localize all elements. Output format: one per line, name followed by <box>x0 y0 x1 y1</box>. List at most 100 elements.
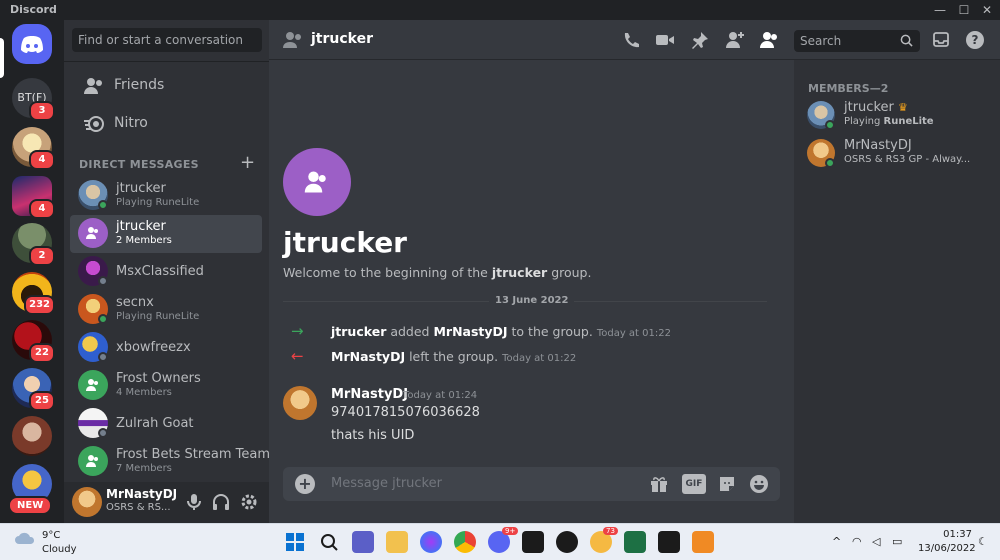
group-icon <box>304 171 326 193</box>
inbox-icon[interactable] <box>932 31 950 49</box>
dm-item-selected[interactable]: jtrucker 2 Members <box>70 215 262 253</box>
search-icon <box>900 34 913 47</box>
sys-action: left the group. <box>405 349 499 364</box>
gift-icon[interactable] <box>649 474 669 494</box>
dm-item[interactable]: Frost Bets Stream Team 7 Members <box>70 443 270 481</box>
dm-item[interactable]: Frost Owners 4 Members <box>70 367 262 405</box>
group-icon <box>86 455 98 467</box>
wifi-icon[interactable]: ◠ <box>852 535 862 548</box>
group-icon <box>86 379 98 391</box>
dm-name: jtrucker <box>116 219 166 234</box>
welcome-text: Welcome to the beginning of the <box>283 265 492 280</box>
dm-activity: Playing RuneLite <box>116 197 200 208</box>
speaker-icon[interactable]: ◁ <box>872 535 880 548</box>
dm-item[interactable]: jtrucker Playing RuneLite <box>70 177 262 215</box>
sys-timestamp: Today at 01:22 <box>596 328 671 339</box>
unread-badge: 3 <box>29 101 55 121</box>
nav-nitro[interactable]: Nitro <box>72 106 262 142</box>
server-icon-4[interactable]: 2 <box>12 223 55 266</box>
member-item[interactable]: jtrucker ♛ Playing RuneLite <box>802 98 992 136</box>
sys-actor[interactable]: MrNastyDJ <box>331 349 405 364</box>
title-bar: Discord — ☐ ✕ <box>0 0 1000 20</box>
nav-friends[interactable]: Friends <box>72 68 262 104</box>
moon-icon[interactable]: ☾ <box>978 535 988 548</box>
excel-icon[interactable] <box>624 531 646 553</box>
metamask-icon[interactable] <box>692 531 714 553</box>
offline-status-icon <box>98 276 108 286</box>
online-status-icon <box>825 158 835 168</box>
maximize-button[interactable]: ☐ <box>954 1 974 19</box>
emoji-icon[interactable] <box>749 474 769 494</box>
group-avatar-large <box>283 148 351 216</box>
terminal-icon[interactable] <box>658 531 680 553</box>
runelite-icon[interactable] <box>522 531 544 553</box>
app-r-icon[interactable] <box>556 531 578 553</box>
chevron-up-icon[interactable]: ^ <box>832 535 841 548</box>
server-avatar-image <box>12 416 52 456</box>
close-button[interactable]: ✕ <box>977 1 997 19</box>
video-call-icon[interactable] <box>655 30 675 50</box>
chat-header: jtrucker <box>269 20 794 60</box>
sys-actor[interactable]: jtrucker <box>331 324 386 339</box>
dm-item[interactable]: MsxClassified <box>70 253 262 291</box>
dm-name: jtrucker <box>116 181 166 196</box>
file-explorer-icon[interactable] <box>386 531 408 553</box>
help-icon[interactable]: ? <box>965 30 985 50</box>
server-icon-7[interactable]: 25 <box>12 368 55 411</box>
server-icon-3[interactable]: 4 <box>12 176 55 219</box>
teams-icon[interactable] <box>352 531 374 553</box>
dm-name: MsxClassified <box>116 264 204 279</box>
attach-plus-icon[interactable]: + <box>295 474 315 494</box>
dm-search-input[interactable]: Find or start a conversation <box>72 28 262 52</box>
day-divider-label: 13 June 2022 <box>489 295 575 306</box>
new-badge[interactable]: NEW <box>8 496 53 515</box>
create-dm-icon[interactable]: + <box>240 152 255 173</box>
dm-members-count: 4 Members <box>116 387 172 398</box>
minimize-button[interactable]: — <box>930 1 950 19</box>
gear-icon[interactable] <box>239 492 259 512</box>
nitro-icon <box>84 116 104 132</box>
dm-item[interactable]: xbowfreezx <box>70 329 262 367</box>
online-status-icon <box>98 200 108 210</box>
server-icon-2[interactable]: 4 <box>12 127 55 170</box>
message-author[interactable]: MrNastyDJ <box>331 387 408 402</box>
chrome-icon[interactable] <box>454 531 476 553</box>
server-icon-6[interactable]: 22 <box>12 320 55 363</box>
messenger-icon[interactable] <box>420 531 442 553</box>
home-button[interactable] <box>12 24 52 64</box>
taskbar: 9°C Cloudy 9+ 73 ^ ◠ ◁ ▭ 01:37 13/06/2022… <box>0 523 1000 560</box>
sticker-icon[interactable] <box>717 474 737 494</box>
user-name: MrNastyDJ <box>106 487 178 501</box>
unread-badge: 2 <box>29 246 55 266</box>
gif-button[interactable]: GIF <box>682 474 706 494</box>
arrow-right-icon: → <box>291 322 304 340</box>
user-avatar[interactable] <box>72 487 102 517</box>
dm-item[interactable]: Zulrah Goat <box>70 405 262 443</box>
dm-item[interactable]: secnx Playing RuneLite <box>70 291 262 329</box>
server-icon-8[interactable] <box>12 416 52 456</box>
pin-icon[interactable] <box>690 30 710 50</box>
voice-call-icon[interactable] <box>621 30 641 50</box>
clock[interactable]: 01:37 13/06/2022 <box>918 528 976 556</box>
headphones-icon[interactable] <box>211 492 231 512</box>
channel-name[interactable]: jtrucker <box>311 31 373 47</box>
microphone-icon[interactable] <box>184 492 204 512</box>
search-icon[interactable] <box>318 531 340 553</box>
clock-date: 13/06/2022 <box>918 543 976 554</box>
member-item[interactable]: MrNastyDJ OSRS & RS3 GP - Alway... <box>802 136 992 174</box>
activity-prefix: Playing <box>844 116 884 127</box>
windows-start-icon[interactable] <box>284 531 306 553</box>
member-list-icon[interactable] <box>759 30 779 50</box>
server-icon-5[interactable]: 232 <box>12 272 55 315</box>
message-avatar[interactable] <box>283 386 317 420</box>
weather-widget[interactable]: 9°C Cloudy <box>14 530 76 555</box>
battery-icon[interactable]: ▭ <box>892 535 902 548</box>
add-friend-icon[interactable] <box>725 30 745 50</box>
weather-condition: Cloudy <box>42 544 77 555</box>
server-btf[interactable]: BT(F) 3 <box>12 78 55 121</box>
message-input[interactable]: Message jtrucker <box>331 476 442 491</box>
unread-badge: 4 <box>29 150 55 170</box>
sys-target[interactable]: MrNastyDJ <box>433 324 507 339</box>
message-line: thats his UID <box>331 428 415 443</box>
unread-badge: 25 <box>29 391 55 411</box>
